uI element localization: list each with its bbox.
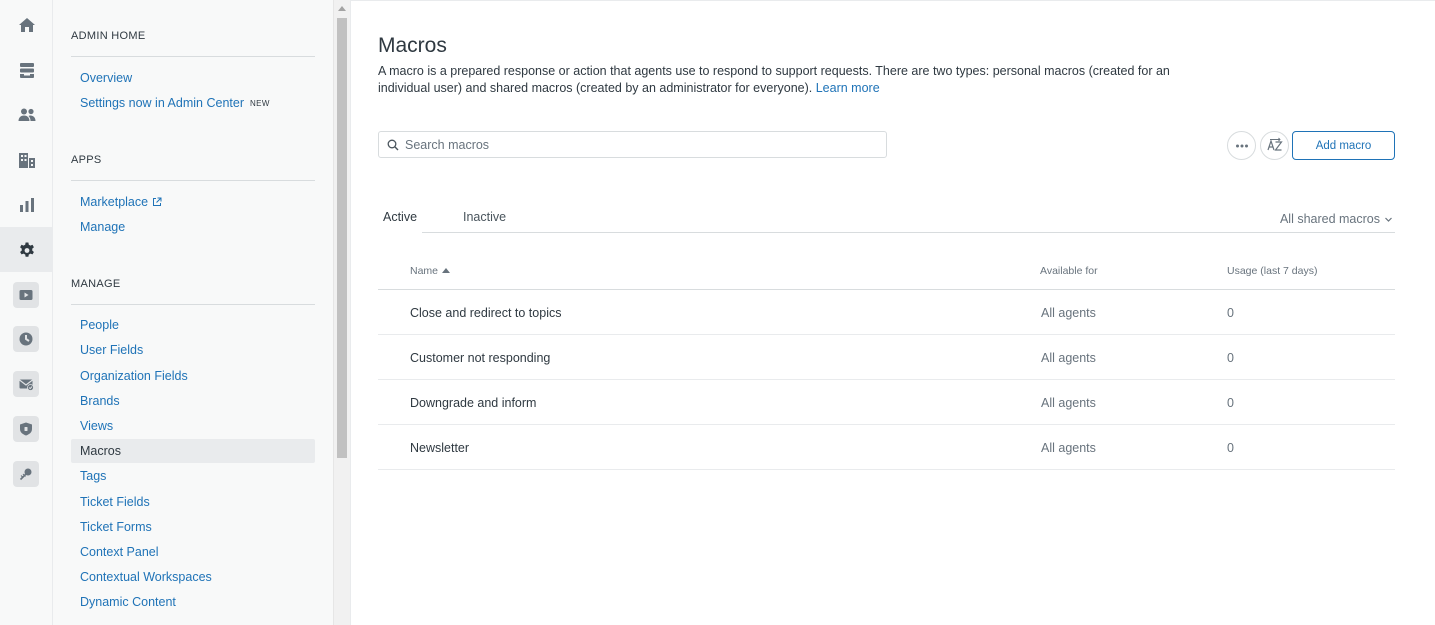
table-row[interactable]: Close and redirect to topics All agents … <box>378 290 1395 335</box>
reporting-icon <box>19 197 34 212</box>
macro-name[interactable]: Customer not responding <box>410 351 550 365</box>
page-description: A macro is a prepared response or action… <box>378 63 1198 97</box>
filter-label: All shared macros <box>1279 212 1380 226</box>
table-row[interactable]: Downgrade and inform All agents 0 <box>378 380 1395 425</box>
rail-app-1[interactable] <box>13 282 39 308</box>
more-options-button[interactable] <box>1227 131 1256 160</box>
tab-active[interactable]: Active <box>383 210 417 224</box>
section-divider <box>71 56 315 57</box>
column-header-name[interactable]: Name <box>410 265 451 277</box>
nav-link-views[interactable]: Views <box>80 419 113 433</box>
nav-link-brands[interactable]: Brands <box>80 394 120 408</box>
rail-app-2[interactable] <box>13 326 39 352</box>
macro-usage: 0 <box>1227 396 1234 410</box>
nav-link-macros[interactable]: Macros <box>80 444 121 458</box>
macro-tabs: Active Inactive All shared macros <box>378 205 1395 233</box>
nav-link-label: Overview <box>80 71 133 85</box>
rail-organizations[interactable] <box>0 137 53 182</box>
macros-table: Name Available for Usage (last 7 days) C… <box>378 255 1395 470</box>
table-row[interactable]: Customer not responding All agents 0 <box>378 335 1395 380</box>
nav-link-contextual-workspaces[interactable]: Contextual Workspaces <box>80 570 212 584</box>
section-title-manage: MANAGE <box>71 278 121 290</box>
page-title: Macros <box>378 34 447 57</box>
rail-reporting[interactable] <box>0 182 53 227</box>
nav-link-user-fields[interactable]: User Fields <box>80 343 143 357</box>
rail-home[interactable] <box>0 2 53 47</box>
table-row[interactable]: Newsletter All agents 0 <box>378 425 1395 470</box>
sort-az-icon <box>1266 137 1283 151</box>
play-icon <box>19 290 33 300</box>
scrollbar-thumb[interactable] <box>337 18 347 458</box>
column-header-available-for[interactable]: Available for <box>1040 265 1098 277</box>
admin-sidebar: ADMIN HOME Overview Settings now in Admi… <box>53 0 333 625</box>
views-icon <box>19 62 34 78</box>
search-box[interactable] <box>378 131 887 158</box>
external-link-icon <box>153 197 162 206</box>
learn-more-link[interactable]: Learn more <box>816 81 880 95</box>
main-content: Macros A macro is a prepared response or… <box>351 0 1435 625</box>
rail-admin[interactable] <box>0 227 53 272</box>
nav-link-label: Marketplace <box>80 195 149 209</box>
nav-link-dynamic-content[interactable]: Dynamic Content <box>80 595 176 609</box>
rail-app-4[interactable] <box>13 416 39 442</box>
nav-link-overview[interactable]: Overview <box>80 71 132 85</box>
tab-inactive[interactable]: Inactive <box>463 210 506 224</box>
customers-icon <box>18 108 35 121</box>
rail-app-5[interactable] <box>13 461 39 487</box>
shield-app-icon <box>20 422 32 436</box>
column-header-label: Name <box>410 265 439 277</box>
nav-link-tags[interactable]: Tags <box>80 469 106 483</box>
chevron-down-icon <box>1385 217 1392 222</box>
table-header: Name Available for Usage (last 7 days) <box>378 255 1395 290</box>
macro-usage: 0 <box>1227 441 1234 455</box>
macro-available-for: All agents <box>1041 396 1096 410</box>
section-title-apps: APPS <box>71 154 102 166</box>
nav-link-label: Manage <box>80 220 126 234</box>
nav-link-label: Settings now in Admin Center <box>80 96 244 110</box>
search-icon <box>387 139 399 150</box>
column-header-usage[interactable]: Usage (last 7 days) <box>1227 265 1317 277</box>
home-icon <box>18 17 35 32</box>
admin-gear-icon <box>19 242 34 257</box>
macro-available-for: All agents <box>1041 441 1096 455</box>
nav-link-marketplace[interactable]: Marketplace <box>80 195 162 209</box>
rail-customers[interactable] <box>0 92 53 137</box>
nav-link-organization-fields[interactable]: Organization Fields <box>80 369 188 383</box>
macro-name[interactable]: Close and redirect to topics <box>410 306 561 320</box>
description-text: A macro is a prepared response or action… <box>378 64 1170 95</box>
pin-app-icon <box>19 468 32 481</box>
product-rail <box>0 0 53 625</box>
rail-app-3[interactable] <box>13 371 39 397</box>
sidebar-scrollbar[interactable] <box>333 0 350 625</box>
new-badge: NEW <box>249 99 270 108</box>
rail-views[interactable] <box>0 47 53 92</box>
nav-link-ticket-fields[interactable]: Ticket Fields <box>80 495 150 509</box>
macro-usage: 0 <box>1227 351 1234 365</box>
add-macro-button[interactable]: Add macro <box>1292 131 1395 160</box>
section-divider <box>71 304 315 305</box>
section-divider <box>71 180 315 181</box>
macro-usage: 0 <box>1227 306 1234 320</box>
clock-app-icon <box>19 332 33 346</box>
nav-link-settings-admin-center[interactable]: Settings now in Admin Center NEW <box>80 96 270 110</box>
sort-ascending-icon <box>442 268 451 273</box>
scroll-up-arrow-icon[interactable] <box>338 6 346 11</box>
macro-name[interactable]: Newsletter <box>410 441 469 455</box>
nav-link-context-panel[interactable]: Context Panel <box>80 545 159 559</box>
macro-name[interactable]: Downgrade and inform <box>410 396 536 410</box>
mail-check-icon <box>19 379 34 391</box>
ellipsis-icon <box>1235 144 1248 147</box>
nav-link-people[interactable]: People <box>80 318 119 332</box>
organizations-icon <box>18 152 35 168</box>
search-input[interactable] <box>405 137 875 152</box>
nav-link-ticket-forms[interactable]: Ticket Forms <box>80 520 152 534</box>
tab-active-indicator <box>378 231 422 233</box>
top-border <box>351 0 1435 1</box>
macro-available-for: All agents <box>1041 351 1096 365</box>
sort-alphabetical-button[interactable] <box>1260 131 1289 160</box>
macro-available-for: All agents <box>1041 306 1096 320</box>
section-title-admin-home: ADMIN HOME <box>71 30 146 42</box>
macro-filter-dropdown[interactable]: All shared macros <box>1280 212 1393 226</box>
nav-link-manage-apps[interactable]: Manage <box>80 220 125 234</box>
